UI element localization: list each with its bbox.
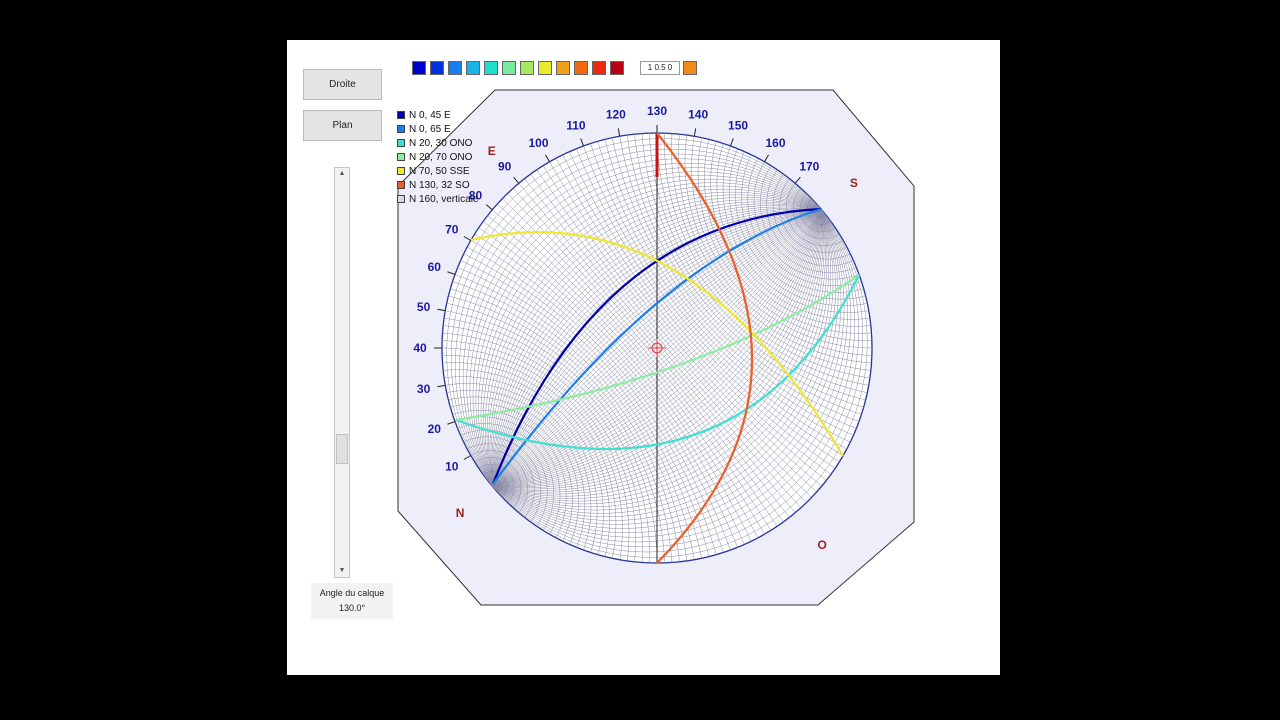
legend-color-box bbox=[397, 153, 405, 161]
tick-label: 110 bbox=[566, 118, 586, 132]
legend: N 0, 45 E N 0, 65 E N 20, 30 ONO N 20, 70 O… bbox=[397, 108, 478, 206]
legend-label: N 130, 32 SO bbox=[409, 179, 470, 191]
tick-label: 70 bbox=[445, 223, 459, 237]
legend-item[interactable]: N 70, 50 SSE bbox=[397, 164, 478, 178]
tick-label: 120 bbox=[606, 108, 626, 122]
app-window: Droite Plan ▲ ▼ Angle du calque 130.0° 1… bbox=[287, 40, 1000, 675]
legend-item[interactable]: N 20, 30 ONO bbox=[397, 136, 478, 150]
direction-label: E bbox=[488, 144, 496, 158]
tick-label: 40 bbox=[413, 341, 427, 355]
tick-label: 60 bbox=[428, 260, 442, 274]
legend-label: N 160, verticale bbox=[409, 193, 479, 205]
legend-item[interactable]: N 160, verticale bbox=[397, 192, 478, 206]
direction-label: N bbox=[456, 506, 465, 520]
legend-color-box bbox=[397, 195, 405, 203]
direction-label: S bbox=[850, 176, 858, 190]
legend-item[interactable]: N 20, 70 ONO bbox=[397, 150, 478, 164]
tick-label: 20 bbox=[428, 422, 442, 436]
legend-item[interactable]: N 0, 45 E bbox=[397, 108, 478, 122]
tick-label: 130 bbox=[647, 104, 667, 118]
legend-item[interactable]: N 0, 65 E bbox=[397, 122, 478, 136]
tick-label: 50 bbox=[417, 300, 431, 314]
legend-label: N 0, 45 E bbox=[409, 109, 451, 121]
tick-label: 30 bbox=[417, 382, 431, 396]
tick-label: 140 bbox=[688, 108, 708, 122]
tick-label: 10 bbox=[445, 460, 459, 474]
legend-color-box bbox=[397, 139, 405, 147]
tick-label: 100 bbox=[528, 136, 548, 150]
tick-label: 90 bbox=[498, 159, 512, 173]
legend-color-box bbox=[397, 181, 405, 189]
legend-item[interactable]: N 130, 32 SO bbox=[397, 178, 478, 192]
legend-color-box bbox=[397, 125, 405, 133]
tick-label: 160 bbox=[765, 136, 785, 150]
stereonet[interactable]: 102030405060708090100110120 130 1401501601… bbox=[287, 40, 1000, 675]
legend-label: N 70, 50 SSE bbox=[409, 165, 470, 177]
tick-label: 150 bbox=[728, 118, 748, 132]
legend-label: N 20, 30 ONO bbox=[409, 137, 473, 149]
legend-label: N 0, 65 E bbox=[409, 123, 451, 135]
legend-color-box bbox=[397, 111, 405, 119]
tick-label: 170 bbox=[799, 159, 819, 173]
legend-color-box bbox=[397, 167, 405, 175]
direction-label: O bbox=[818, 538, 827, 552]
legend-label: N 20, 70 ONO bbox=[409, 151, 473, 163]
